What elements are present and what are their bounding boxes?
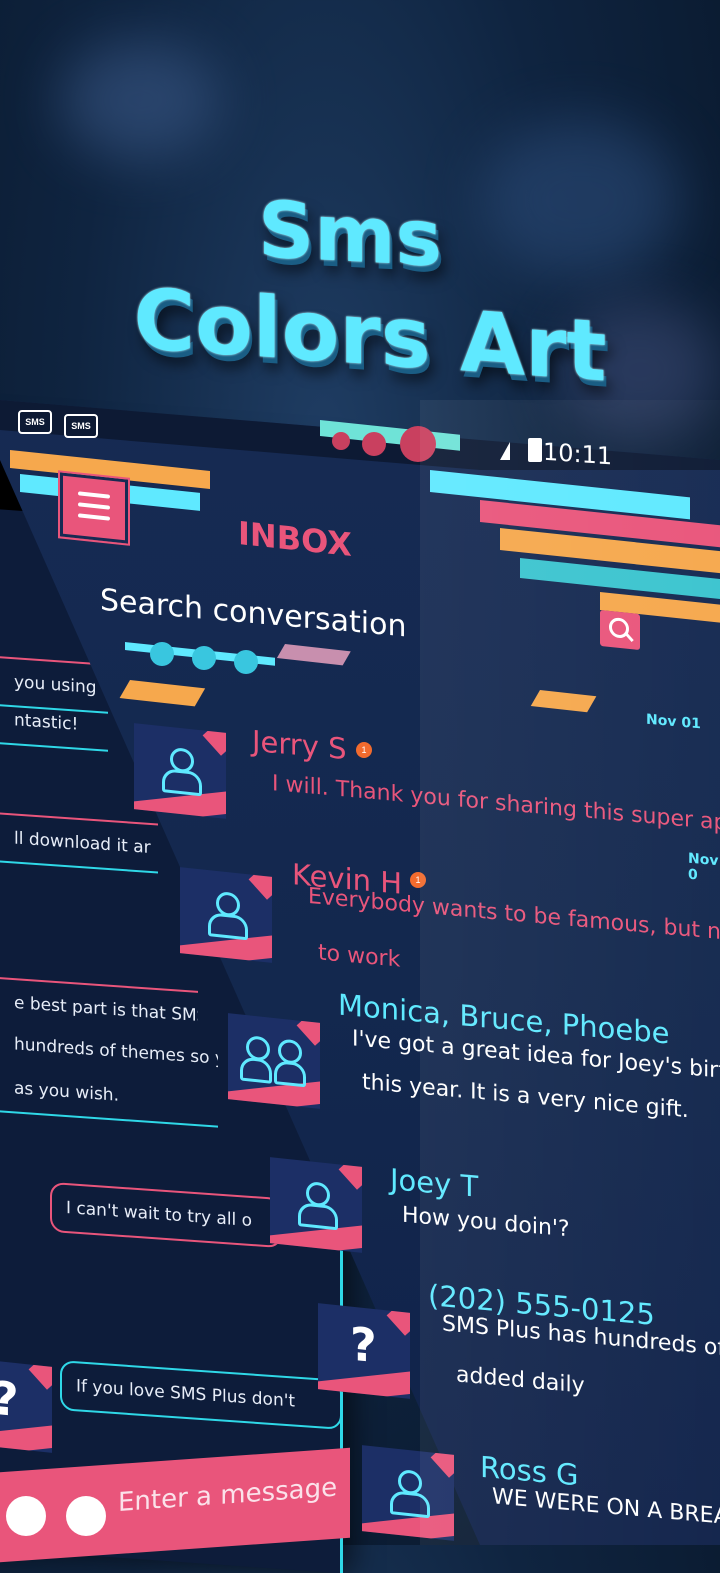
contact-avatar[interactable] bbox=[180, 867, 272, 963]
menu-button[interactable] bbox=[58, 470, 130, 546]
person-icon-body bbox=[298, 1202, 338, 1231]
person-icon-body bbox=[162, 768, 202, 797]
hamburger-icon-bar bbox=[78, 491, 110, 499]
contact-avatar[interactable] bbox=[134, 723, 226, 819]
person-icon-body bbox=[208, 912, 248, 941]
contact-avatar[interactable] bbox=[228, 1013, 320, 1109]
decor-dot bbox=[400, 426, 436, 462]
sms-notification-icon: SMS bbox=[64, 414, 98, 438]
background-blur bbox=[60, 40, 220, 160]
unread-badge: 1 bbox=[356, 742, 372, 758]
group-icon-body bbox=[240, 1056, 272, 1084]
contact-avatar[interactable] bbox=[362, 1445, 454, 1541]
decor-dot bbox=[362, 432, 386, 456]
hamburger-icon-bar bbox=[78, 513, 110, 521]
status-time: 10:11 bbox=[542, 437, 612, 471]
contact-avatar[interactable] bbox=[270, 1157, 362, 1253]
signal-icon bbox=[500, 442, 510, 460]
hamburger-icon-bar bbox=[78, 502, 110, 510]
contact-avatar[interactable]: ? bbox=[318, 1303, 410, 1399]
decor-dot bbox=[150, 642, 174, 666]
sms-notification-icon: SMS bbox=[18, 410, 52, 434]
person-icon-body bbox=[390, 1490, 430, 1519]
search-button[interactable] bbox=[600, 609, 640, 651]
group-icon-body bbox=[274, 1060, 306, 1088]
decor-dot bbox=[192, 646, 216, 670]
unread-badge: 1 bbox=[410, 872, 426, 888]
decor-dot bbox=[234, 650, 258, 674]
battery-icon bbox=[528, 438, 542, 462]
decor-dot bbox=[332, 432, 350, 450]
conversation-date: Nov 0 bbox=[688, 850, 719, 884]
conversation-preview: to work bbox=[318, 940, 401, 973]
search-icon-handle bbox=[625, 633, 634, 642]
unknown-contact-icon: ? bbox=[350, 1316, 377, 1374]
